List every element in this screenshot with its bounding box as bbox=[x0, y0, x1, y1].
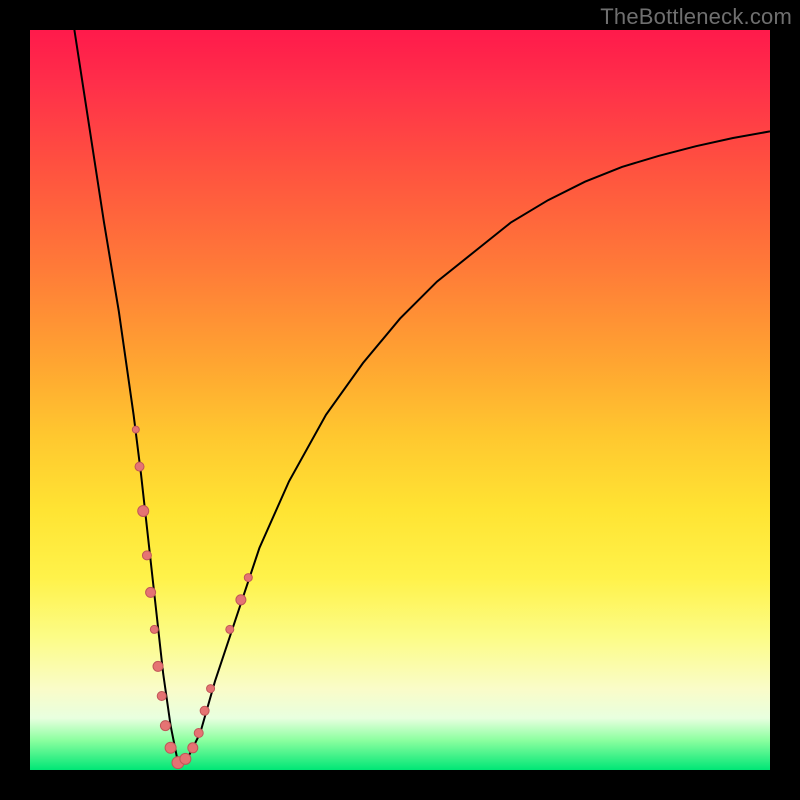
data-marker bbox=[194, 729, 203, 738]
chart-frame: TheBottleneck.com bbox=[0, 0, 800, 800]
data-marker bbox=[200, 706, 209, 715]
data-marker bbox=[150, 625, 158, 633]
data-marker bbox=[165, 742, 176, 753]
data-marker bbox=[160, 721, 170, 731]
data-marker bbox=[207, 685, 215, 693]
data-marker bbox=[226, 625, 234, 633]
data-marker bbox=[142, 551, 151, 560]
bottleneck-curve bbox=[74, 30, 770, 763]
data-marker bbox=[157, 692, 166, 701]
plot-area bbox=[30, 30, 770, 770]
data-marker bbox=[236, 595, 246, 605]
data-markers bbox=[132, 426, 252, 768]
chart-svg bbox=[30, 30, 770, 770]
data-marker bbox=[138, 506, 149, 517]
data-marker bbox=[135, 462, 144, 471]
data-marker bbox=[244, 574, 252, 582]
data-marker bbox=[180, 753, 191, 764]
data-marker bbox=[153, 661, 163, 671]
data-marker bbox=[188, 743, 198, 753]
data-marker bbox=[146, 587, 156, 597]
data-marker bbox=[132, 426, 139, 433]
watermark-text: TheBottleneck.com bbox=[600, 4, 792, 30]
